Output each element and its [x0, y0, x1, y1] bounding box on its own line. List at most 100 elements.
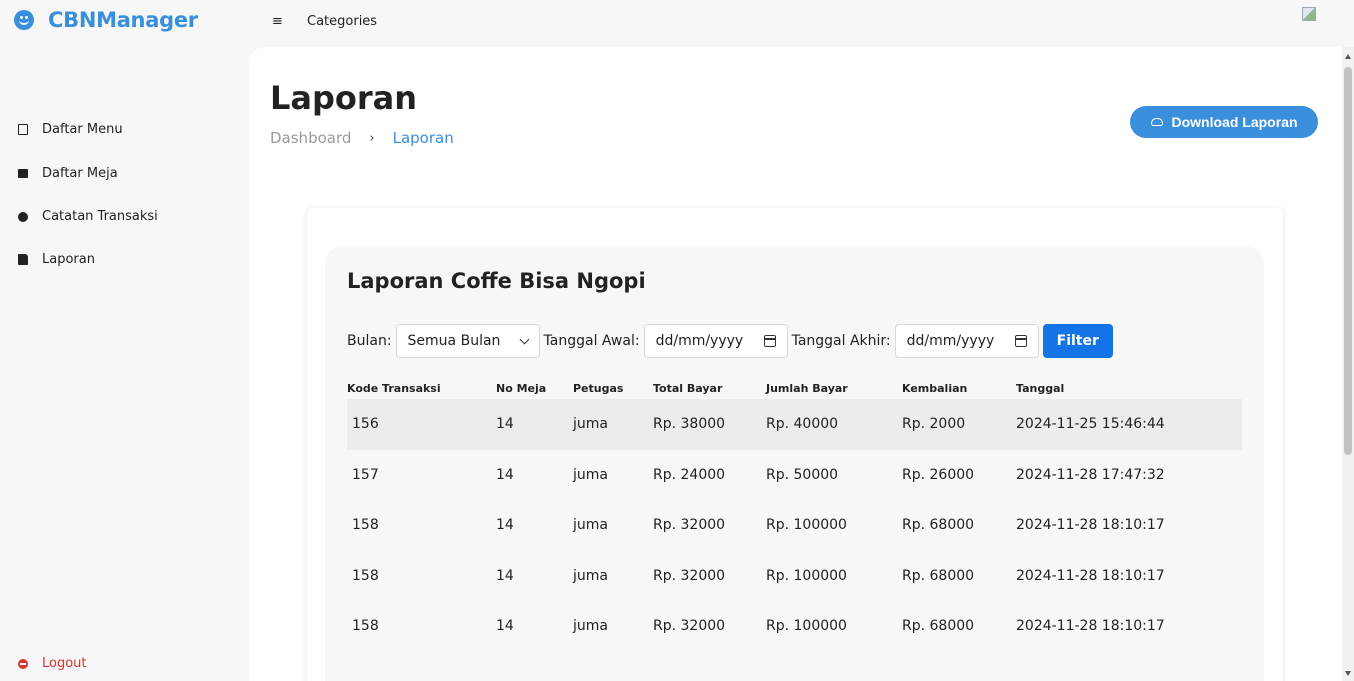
chevron-down-icon	[519, 334, 529, 344]
sidebar: Daftar Menu Daftar Meja Catatan Transaks…	[0, 48, 249, 681]
table-cell: juma	[573, 618, 608, 635]
table-cell: 2024-11-25 15:46:44	[1016, 416, 1165, 433]
table-row: 156 14 juma Rp. 38000 Rp. 40000 Rp. 2000 2024-…	[347, 399, 1242, 450]
breadcrumb-dashboard[interactable]: Dashboard	[270, 129, 351, 147]
table-cell: 158	[352, 517, 379, 534]
column-header: Total Bayar	[653, 381, 723, 395]
report-title: Laporan Coffe Bisa Ngopi	[347, 269, 646, 293]
table-cell: 157	[352, 466, 379, 483]
table-row: 158 14 juma Rp. 32000 Rp. 100000 Rp. 68000 202…	[347, 500, 1242, 551]
sidebar-item-catatan-transaksi[interactable]: Catatan Transaksi	[18, 209, 158, 224]
table-cell: juma	[573, 567, 608, 584]
smiley-icon	[14, 10, 34, 30]
table-body: 156 14 juma Rp. 38000 Rp. 40000 Rp. 2000 2024-…	[347, 399, 1242, 652]
envelope-icon	[18, 169, 28, 178]
calendar-icon[interactable]	[1014, 335, 1027, 347]
column-header: No Meja	[496, 381, 547, 395]
page-title: Laporan	[270, 79, 418, 117]
calendar-icon[interactable]	[763, 335, 776, 347]
table-cell: Rp. 100000	[766, 517, 847, 534]
download-laporan-button[interactable]: Download Laporan	[1130, 106, 1318, 138]
sidebar-item-label: Laporan	[42, 252, 95, 267]
table-cell: Rp. 32000	[653, 618, 726, 635]
logout-label: Logout	[42, 656, 87, 671]
table-cell: Rp. 38000	[653, 416, 726, 433]
column-header: Tanggal	[1016, 381, 1065, 395]
hamburger-menu-icon[interactable]: ≡	[272, 14, 283, 29]
start-date-input[interactable]: dd/mm/yyyy	[643, 324, 788, 358]
scroll-up-arrow-icon[interactable]	[1345, 54, 1351, 59]
download-label: Download Laporan	[1171, 114, 1298, 130]
month-select-value: Semua Bulan	[407, 333, 501, 349]
table-cell: 2024-11-28 18:10:17	[1016, 618, 1165, 635]
table-cell: juma	[573, 416, 608, 433]
table-cell: Rp. 100000	[766, 618, 847, 635]
table-cell: Rp. 32000	[653, 517, 726, 534]
sidebar-item-daftar-meja[interactable]: Daftar Meja	[18, 166, 118, 181]
column-header: Petugas	[573, 381, 624, 395]
brand[interactable]: CBNManager	[14, 8, 198, 32]
table-cell: 2024-11-28 18:10:17	[1016, 567, 1165, 584]
table-cell: 14	[496, 618, 514, 635]
table-cell: Rp. 26000	[902, 466, 975, 483]
month-label: Bulan:	[347, 333, 392, 349]
logout-icon	[18, 658, 28, 669]
brand-title: CBNManager	[48, 8, 198, 32]
table-row: 158 14 juma Rp. 32000 Rp. 100000 Rp. 68000 202…	[347, 551, 1242, 602]
month-select[interactable]: Semua Bulan	[395, 324, 540, 358]
table-cell: juma	[573, 517, 608, 534]
end-date-input[interactable]: dd/mm/yyyy	[894, 324, 1039, 358]
table-cell: 2024-11-28 18:10:17	[1016, 517, 1165, 534]
sidebar-item-daftar-menu[interactable]: Daftar Menu	[18, 122, 123, 137]
sidebar-item-label: Daftar Menu	[42, 122, 123, 137]
arrow-circle-icon	[18, 211, 28, 222]
column-header: Kode Transaksi	[347, 381, 441, 395]
end-date-placeholder: dd/mm/yyyy	[906, 333, 995, 349]
breadcrumb-separator: ›	[369, 130, 375, 146]
table-cell: 2024-11-28 17:47:32	[1016, 466, 1165, 483]
table-cell: 156	[352, 416, 379, 433]
filter-bar: Bulan: Semua Bulan Tanggal Awal: dd/mm/y…	[347, 324, 1113, 358]
scroll-thumb[interactable]	[1344, 67, 1352, 455]
table-cell: 14	[496, 466, 514, 483]
filter-button[interactable]: Filter	[1042, 324, 1113, 358]
report-card: Laporan Coffe Bisa Ngopi Bulan: Semua Bu…	[307, 208, 1283, 681]
table-cell: 158	[352, 618, 379, 635]
table-cell: Rp. 2000	[902, 416, 966, 433]
table-cell: Rp. 68000	[902, 517, 975, 534]
table-cell: Rp. 100000	[766, 567, 847, 584]
sidebar-item-laporan[interactable]: Laporan	[18, 252, 95, 267]
book-icon	[18, 124, 28, 135]
categories-link[interactable]: Categories	[307, 14, 377, 29]
start-date-placeholder: dd/mm/yyyy	[655, 333, 744, 349]
sidebar-item-label: Catatan Transaksi	[42, 209, 158, 224]
column-header: Kembalian	[902, 381, 968, 395]
page-scrollbar[interactable]	[1342, 47, 1354, 681]
table-header: Kode Transaksi No Meja Petugas Total Bay…	[347, 377, 1242, 399]
cloud-download-icon	[1150, 118, 1163, 126]
table-cell: Rp. 32000	[653, 567, 726, 584]
table-cell: Rp. 24000	[653, 466, 726, 483]
table-cell: Rp. 50000	[766, 466, 839, 483]
table-cell: Rp. 40000	[766, 416, 839, 433]
table-cell: 158	[352, 567, 379, 584]
end-date-label: Tanggal Akhir:	[791, 333, 891, 349]
table-cell: Rp. 68000	[902, 618, 975, 635]
column-header: Jumlah Bayar	[766, 381, 848, 395]
logout-button[interactable]: Logout	[18, 656, 87, 671]
file-chart-icon	[18, 254, 28, 265]
report-panel: Laporan Coffe Bisa Ngopi Bulan: Semua Bu…	[325, 247, 1264, 681]
table-cell: 14	[496, 416, 514, 433]
table-cell: 14	[496, 517, 514, 534]
avatar[interactable]	[1302, 7, 1316, 21]
table-row: 158 14 juma Rp. 32000 Rp. 100000 Rp. 68000 202…	[347, 601, 1242, 652]
table-cell: juma	[573, 466, 608, 483]
breadcrumb: Dashboard › Laporan	[270, 129, 454, 147]
table-row: 157 14 juma Rp. 24000 Rp. 50000 Rp. 26000 2024…	[347, 450, 1242, 501]
start-date-label: Tanggal Awal:	[543, 333, 640, 349]
breadcrumb-current: Laporan	[392, 129, 454, 147]
sidebar-item-label: Daftar Meja	[42, 166, 118, 181]
table-cell: Rp. 68000	[902, 567, 975, 584]
transactions-table: Kode Transaksi No Meja Petugas Total Bay…	[347, 377, 1242, 652]
scroll-down-arrow-icon[interactable]	[1345, 671, 1351, 676]
